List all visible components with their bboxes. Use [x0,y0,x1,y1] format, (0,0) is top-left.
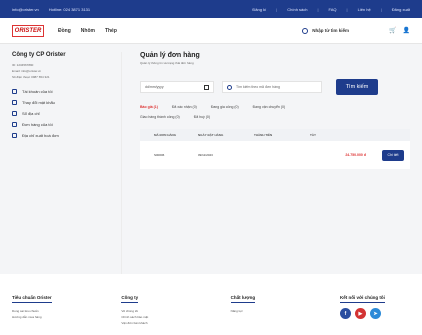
footer-col-company: Công ty Về chúng tôi Chính sách bảo mật … [121,286,207,326]
logout-link[interactable]: Đăng xuất [392,7,410,12]
table-row: S00006 09/11/2023 24.750.000 đ Chi tiết [140,141,410,169]
footer-heading: Kết nối với chúng tôi [339,295,385,303]
hotline-link[interactable]: Hotline: 024 3871 3131 [49,7,90,12]
account-link[interactable]: Đăng kí [252,7,266,12]
search-label: Nhập từ tìm kiếm [312,28,350,33]
col-actions: Tày [310,133,316,137]
nav-item-nhom[interactable]: Nhôm [81,28,95,34]
youtube-icon[interactable]: ▶ [354,308,366,319]
filters: dd/mm/yyyy Tìm kiếm theo mã đơn hàng Tìm… [140,79,410,95]
col-total: Thành tiền [254,133,273,137]
calendar-icon[interactable] [204,84,209,90]
tab-confirmed[interactable]: Đã xác nhận (0) [172,105,197,109]
social-links: f ▶ ➤ [339,308,410,319]
tab-delivered[interactable]: Giao hàng thành công (0) [140,115,180,119]
divider: | [276,6,278,12]
sidebar-item-account[interactable]: Tài khoản của tôi [12,86,113,97]
tab-cancelled[interactable]: Đã huỷ (0) [194,115,210,119]
footer-col-quality: Chất lượng Năng lực [230,286,317,323]
telegram-icon[interactable]: ➤ [369,308,381,319]
sidebar-item-address-book[interactable]: Sổ địa chỉ [12,108,113,119]
date-filter[interactable]: dd/mm/yyyy [140,81,214,93]
sidebar-item-password[interactable]: Thay đổi mật khẩu [12,97,113,108]
sidebar: Công ty CP Orister ID: 1234567890 Email:… [12,52,122,274]
header-search[interactable]: Nhập từ tìm kiếm [302,27,350,34]
col-order-code: Mã đơn hàng [154,133,177,137]
main-nav: Đồng Nhôm Thép [58,28,117,34]
table-header: Mã đơn hàng Ngày đặt hàng Thành tiền Tày [140,129,410,141]
policy-link[interactable]: Chính sách [287,7,307,12]
divider: | [317,6,319,12]
faq-link[interactable]: FAQ [329,7,337,12]
header-icons: 🛒 👤 [389,27,410,34]
search-icon [227,84,232,90]
order-code: S00006 [154,153,165,157]
tab-processing[interactable]: Đang gia công (0) [211,105,239,109]
logo[interactable]: ORISTER [12,24,44,37]
sidebar-item-label: Địa chỉ xuất hoá đơn [22,133,59,138]
col-order-date: Ngày đặt hàng [198,133,224,137]
nav-item-dong[interactable]: Đồng [58,28,71,34]
tab-shipping[interactable]: Đang vận chuyển (0) [253,105,286,109]
orders-icon [12,122,17,127]
footer-heading: Công ty [121,295,139,303]
content: Quản lý đơn hàng Quản lý thông tin và tr… [122,52,410,274]
footer: Tiêu chuẩn Orister Dung sai tiêu chuẩn H… [0,274,422,335]
account-menu: Tài khoản của tôi Thay đổi mật khẩu Sổ đ… [12,86,113,141]
footer-heading: Tiêu chuẩn Orister [12,295,52,303]
divider: | [380,6,382,12]
sidebar-item-label: Sổ địa chỉ [22,111,40,116]
date-placeholder: dd/mm/yyyy [145,85,164,89]
top-bar: info@orister.vn Hotline: 024 3871 3131 Đ… [0,0,422,18]
footer-col-social: Kết nối với chúng tôi f ▶ ➤ [339,286,410,323]
user-icon[interactable]: 👤 [403,27,410,34]
tab-quotes[interactable]: Báo giá (1) [140,105,158,109]
search-placeholder: Tìm kiếm theo mã đơn hàng [236,85,280,89]
page-title: Quản lý đơn hàng [140,52,200,59]
footer-col-standards: Tiêu chuẩn Orister Dung sai tiêu chuẩn H… [12,286,98,323]
main-area: Công ty CP Orister ID: 1234567890 Email:… [0,44,422,274]
company-meta: ID: 1234567890 Email: info@orister.vn Số… [12,62,113,80]
sidebar-item-label: Thay đổi mật khẩu [22,100,55,105]
sidebar-item-label: Tài khoản của tôi [22,89,53,94]
footer-link[interactable]: Năng lực [231,308,317,314]
sidebar-item-label: Đơn hàng của tôi [22,122,53,127]
divider: | [346,6,348,12]
lock-icon [12,100,17,105]
footer-heading: Chất lượng [230,295,256,303]
order-date: 09/11/2023 [198,153,213,157]
footer-link[interactable]: Hướng dẫn mua hàng [12,314,98,320]
facebook-icon[interactable]: f [339,308,351,319]
email-link[interactable]: info@orister.vn [12,7,39,12]
nav-item-thep[interactable]: Thép [105,28,117,34]
contact-link[interactable]: Liên hệ [358,7,371,12]
invoice-icon [12,133,17,138]
order-status-tabs: Báo giá (1) Đã xác nhận (0) Đang gia côn… [140,105,312,119]
book-icon [12,111,17,116]
page-subtitle: Quản lý thông tin và trạng thái đơn hàng [140,61,194,65]
user-icon [12,89,17,94]
sidebar-item-orders[interactable]: Đơn hàng của tôi [12,119,113,130]
orders-table: Mã đơn hàng Ngày đặt hàng Thành tiền Tày… [140,129,410,169]
order-total: 24.750.000 đ [345,153,366,157]
search-button[interactable]: Tìm kiếm [336,79,378,95]
order-detail-button[interactable]: Chi tiết [382,149,404,161]
footer-link[interactable]: Vận đơn bán khách [121,320,207,326]
company-phone: Số điện thoại: 0987 654 321 [12,75,50,79]
sidebar-item-invoice-address[interactable]: Địa chỉ xuất hoá đơn [12,130,113,141]
company-name: Công ty CP Orister [12,52,66,58]
cart-icon[interactable]: 🛒 [389,27,396,34]
search-icon [302,27,309,34]
header: ORISTER Đồng Nhôm Thép Nhập từ tìm kiếm … [0,18,422,44]
order-search-input[interactable]: Tìm kiếm theo mã đơn hàng [222,81,322,93]
